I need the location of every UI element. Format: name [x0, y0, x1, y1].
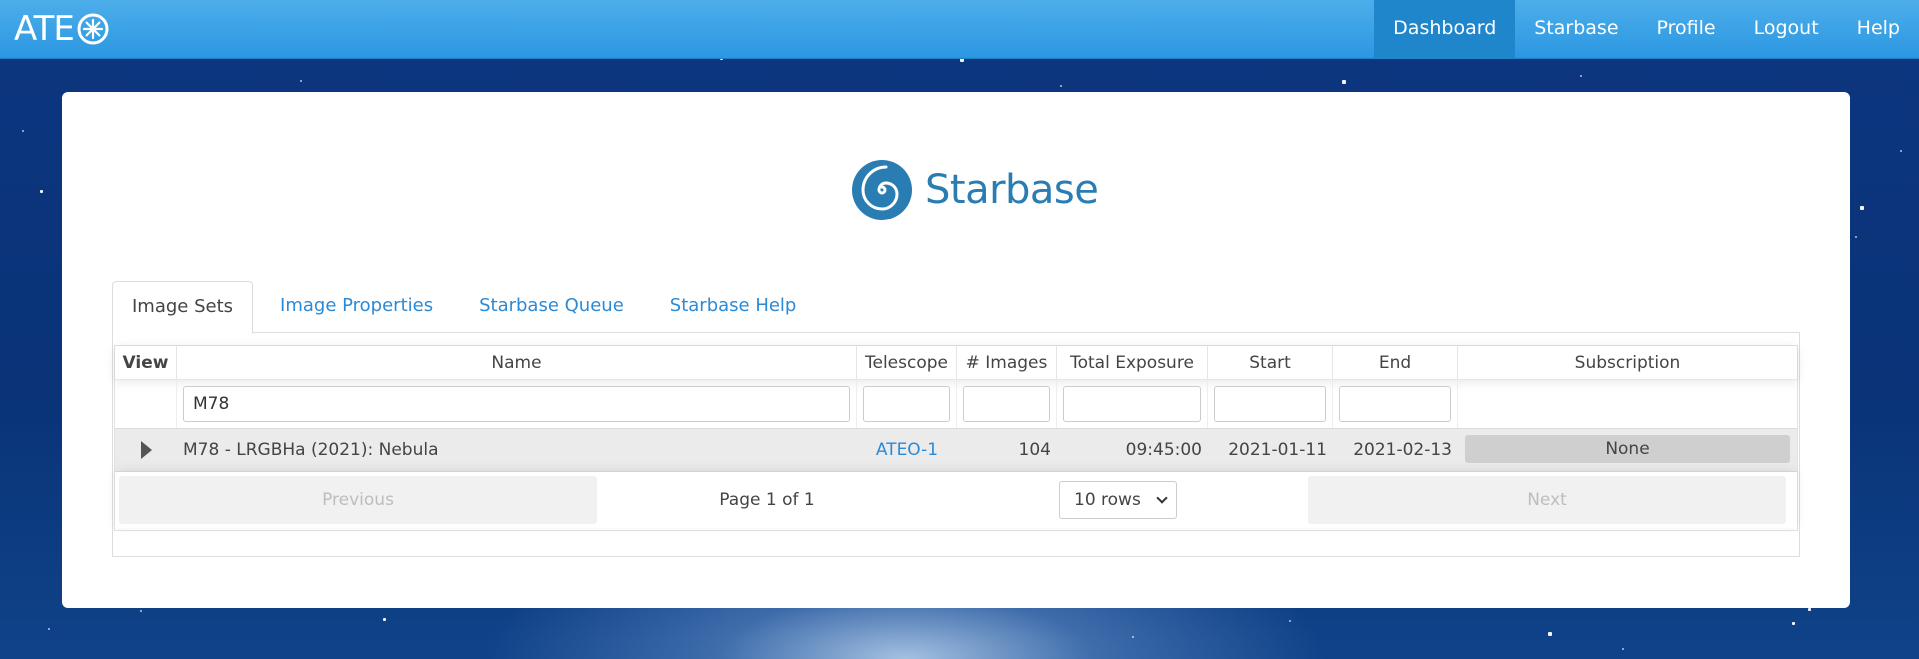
filter-images-input[interactable] — [963, 386, 1050, 422]
table-row[interactable]: M78 - LRGBHa (2021): Nebula ATEO-1 104 0… — [115, 428, 1797, 472]
filter-end-input[interactable] — [1339, 386, 1451, 422]
star — [1342, 80, 1346, 84]
subscription-badge: None — [1465, 435, 1790, 463]
star — [300, 80, 302, 82]
brand-logo[interactable]: ATE — [14, 9, 110, 49]
header-images[interactable]: # Images — [957, 346, 1057, 380]
tab-image-properties[interactable]: Image Properties — [261, 281, 452, 333]
nav-starbase[interactable]: Starbase — [1515, 0, 1637, 59]
brand-text: ATE — [14, 9, 75, 49]
star — [1900, 150, 1902, 152]
tab-starbase-queue[interactable]: Starbase Queue — [460, 281, 643, 333]
caret-right-icon — [140, 441, 152, 459]
header-name[interactable]: Name — [177, 346, 857, 380]
star — [1792, 622, 1795, 625]
cell-telescope-link[interactable]: ATEO-1 — [857, 429, 957, 471]
image-sets-table: View Name Telescope # Images Total Expos… — [114, 345, 1798, 531]
star — [1548, 632, 1552, 636]
tab-bar: Image Sets Image Properties Starbase Que… — [112, 281, 1800, 334]
rows-select-value: 10 rows — [1074, 490, 1141, 510]
starbase-logo: Starbase — [851, 159, 1099, 221]
star — [1855, 236, 1857, 238]
top-navbar: ATE Dashboard Starbase Profile Logout He… — [0, 0, 1919, 59]
star — [140, 610, 142, 612]
cell-end: 2021-02-13 — [1353, 440, 1452, 460]
star — [1860, 206, 1864, 210]
star — [1622, 648, 1624, 650]
rows-per-page-select[interactable]: 10 rows — [1059, 481, 1177, 519]
next-button[interactable]: Next — [1308, 476, 1786, 524]
chevron-down-icon — [1156, 492, 1168, 504]
spiral-galaxy-icon — [852, 160, 912, 220]
logo-title: Starbase — [925, 167, 1099, 213]
nav-help[interactable]: Help — [1838, 0, 1919, 59]
nav-profile[interactable]: Profile — [1638, 0, 1735, 59]
filter-name-input[interactable] — [183, 386, 850, 422]
nav-dashboard[interactable]: Dashboard — [1374, 0, 1516, 59]
filter-telescope-input[interactable] — [863, 386, 950, 422]
filter-exposure-input[interactable] — [1063, 386, 1201, 422]
filter-subscription-empty — [1458, 380, 1797, 428]
header-view[interactable]: View — [115, 346, 177, 380]
header-telescope[interactable]: Telescope — [857, 346, 957, 380]
nav-logout[interactable]: Logout — [1735, 0, 1838, 59]
cell-images: 104 — [1018, 440, 1051, 460]
star — [22, 130, 24, 132]
header-subscription[interactable]: Subscription — [1458, 346, 1797, 380]
previous-button[interactable]: Previous — [119, 476, 597, 524]
star — [1808, 608, 1811, 611]
cell-name: M78 - LRGBHa (2021): Nebula — [183, 440, 439, 460]
cell-total-exposure: 09:45:00 — [1125, 440, 1202, 460]
star — [1580, 75, 1582, 77]
star — [1132, 636, 1134, 638]
page-info: Page 1 of 1 — [719, 490, 815, 510]
star — [48, 628, 50, 630]
filter-view-empty — [115, 380, 177, 428]
header-total-exposure[interactable]: Total Exposure — [1057, 346, 1208, 380]
cell-start: 2021-01-11 — [1228, 440, 1327, 460]
main-nav: Dashboard Starbase Profile Logout Help — [1374, 0, 1919, 59]
pagination: Previous Page 1 of 1 10 rows Next — [115, 472, 1797, 528]
header-start[interactable]: Start — [1208, 346, 1333, 380]
filter-start-input[interactable] — [1214, 386, 1326, 422]
filter-row — [115, 380, 1797, 428]
star — [1289, 620, 1291, 622]
star — [1060, 85, 1062, 87]
star — [383, 618, 386, 621]
tab-starbase-help[interactable]: Starbase Help — [651, 281, 816, 333]
header-end[interactable]: End — [1333, 346, 1458, 380]
tab-image-sets[interactable]: Image Sets — [112, 281, 254, 334]
table-header: View Name Telescope # Images Total Expos… — [115, 346, 1797, 380]
cell-subscription: None — [1458, 429, 1797, 471]
brand-star-o-icon — [77, 13, 109, 45]
star — [40, 190, 43, 193]
expand-row-button[interactable] — [115, 429, 177, 471]
